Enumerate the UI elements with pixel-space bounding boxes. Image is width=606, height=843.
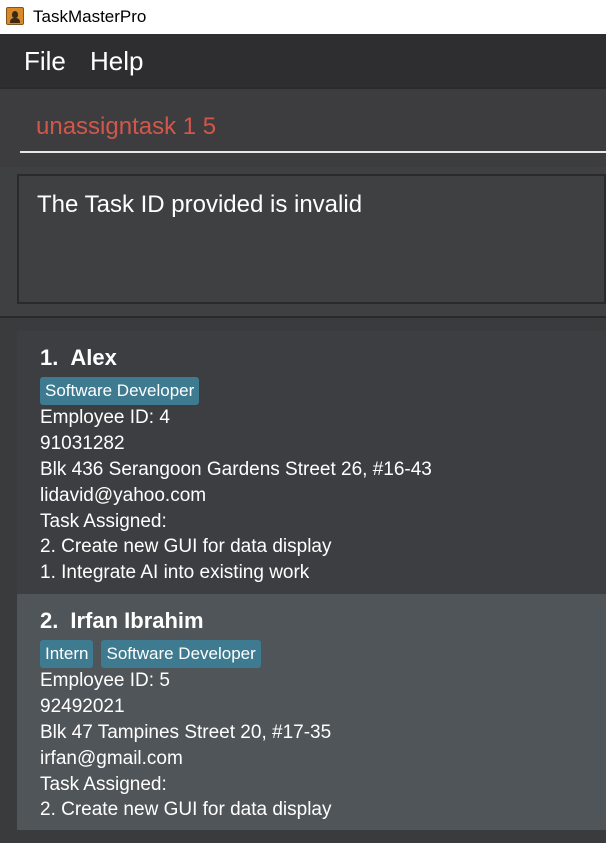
task-item: 2. Create new GUI for data display — [40, 536, 332, 557]
command-text: unassigntask 1 5 — [36, 113, 217, 140]
phone: 91031282 — [40, 433, 125, 454]
result-display: The Task ID provided is invalid — [17, 174, 606, 304]
tag-list: Intern Software Developer — [40, 640, 269, 668]
person-name-row: 2. Irfan Ibrahim — [40, 608, 204, 634]
person-card[interactable]: 2. Irfan Ibrahim Intern Software Developer… — [17, 594, 606, 830]
command-input[interactable]: unassigntask 1 5 — [20, 99, 606, 153]
address: Blk 47 Tampines Street 20, #17-35 — [40, 722, 332, 743]
employee-id: Employee ID: 5 — [40, 670, 170, 691]
app-user-icon — [6, 7, 24, 25]
tag: Software Developer — [101, 640, 261, 668]
email: lidavid@yahoo.com — [40, 485, 207, 506]
task-item: 2. Create new GUI for data display — [40, 799, 332, 820]
window-title: TaskMasterPro — [33, 7, 147, 26]
tag: Intern — [40, 640, 94, 668]
person-name: Irfan Ibrahim — [70, 608, 204, 633]
tag: Software Developer — [40, 377, 200, 405]
tag-list: Software Developer — [40, 377, 207, 405]
phone: 92492021 — [40, 696, 125, 717]
person-name-row: 1. Alex — [40, 345, 117, 371]
result-message: The Task ID provided is invalid — [37, 191, 363, 218]
employee-id: Employee ID: 4 — [40, 407, 170, 428]
task-header: Task Assigned: — [40, 774, 167, 795]
menu-help[interactable]: Help — [90, 46, 143, 76]
command-box: unassigntask 1 5 — [0, 87, 606, 167]
person-index: 2. — [40, 608, 59, 633]
task-item: 1. Integrate AI into existing work — [40, 562, 310, 583]
title-bar: TaskMasterPro — [0, 0, 606, 34]
person-card[interactable]: 1. Alex Software Developer Employee ID: 4… — [17, 331, 606, 594]
menu-bar: File Help — [0, 34, 606, 87]
email: irfan@gmail.com — [40, 748, 183, 769]
menu-file[interactable]: File — [24, 46, 66, 76]
person-name: Alex — [70, 345, 117, 370]
address: Blk 436 Serangoon Gardens Street 26, #16… — [40, 459, 432, 480]
task-header: Task Assigned: — [40, 511, 167, 532]
person-index: 1. — [40, 345, 59, 370]
